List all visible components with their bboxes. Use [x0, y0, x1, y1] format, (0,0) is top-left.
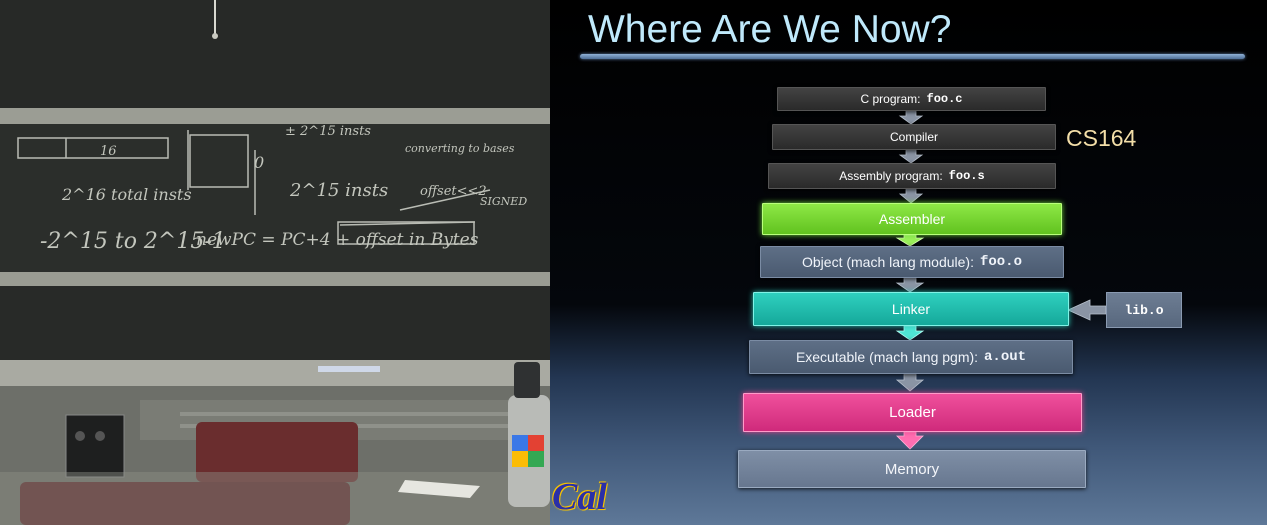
down-arrow-icon	[896, 431, 924, 450]
step-assembly-program: Assembly program: foo.s	[768, 163, 1056, 189]
step-label: Memory	[884, 460, 940, 478]
lower-board-panel	[0, 286, 550, 364]
step-code: foo.o	[979, 254, 1022, 270]
chalk-text: converting to bases	[405, 142, 515, 155]
step-code: a.out	[984, 349, 1027, 365]
down-arrow-icon	[895, 325, 925, 341]
cal-logo: Cal	[552, 476, 607, 518]
step-compiler: Compiler	[772, 124, 1056, 150]
chalk-text: SIGNED	[480, 195, 527, 208]
board-divider	[0, 108, 550, 124]
down-arrow-icon	[895, 277, 925, 293]
step-memory: Memory	[738, 450, 1086, 488]
cs164-label: CS164	[1066, 125, 1137, 151]
step-label: C program:	[860, 92, 921, 106]
down-arrow-icon	[895, 234, 925, 247]
chalk-text: newPC = PC+4 + offset in Bytes	[196, 230, 479, 250]
down-arrow-icon	[898, 188, 924, 204]
chalk-text: ± 2^15 insts	[285, 124, 371, 139]
step-label: Compiler	[889, 130, 938, 144]
step-assembler: Assembler	[762, 203, 1062, 235]
chalk-text: 2^16 total insts	[61, 185, 192, 204]
knob	[75, 431, 85, 441]
down-arrow-icon	[898, 110, 924, 125]
chalk-text: offset<<2	[420, 184, 487, 199]
step-label: Assembly program:	[839, 169, 943, 183]
step-label: Object (mach lang module):	[802, 254, 974, 270]
chalk-tray	[0, 360, 550, 388]
down-arrow-icon	[898, 149, 924, 164]
wall-outlet-panel	[65, 414, 125, 478]
step-object: Object (mach lang module): foo.o	[760, 246, 1064, 278]
step-label: Linker	[891, 301, 931, 317]
classroom-photo: 16 2^16 total insts ± 2^15 insts 2^15 in…	[0, 0, 550, 525]
step-linker: Linker	[753, 292, 1069, 326]
step-code: foo.s	[948, 169, 985, 183]
step-executable: Executable (mach lang pgm): a.out	[749, 340, 1073, 374]
board-divider	[0, 272, 550, 286]
left-arrow-icon	[1067, 299, 1107, 321]
chalk-text: 2^15 insts	[289, 180, 388, 201]
slide: Where Are We Now? C program: foo.c Compil…	[550, 0, 1267, 525]
step-code: foo.c	[926, 92, 963, 106]
cord-handle	[212, 33, 218, 39]
step-label: Assembler	[878, 211, 946, 227]
bottle-sticker	[528, 451, 544, 467]
bottle-cap	[514, 362, 540, 398]
step-label: Loader	[889, 404, 936, 421]
bottle-sticker	[512, 435, 528, 451]
desk-surface	[0, 472, 550, 525]
step-c-program: C program: foo.c	[777, 87, 1046, 111]
chalk-text: 0	[254, 153, 264, 172]
classroom-illustration: 16 2^16 total insts ± 2^15 insts 2^15 in…	[0, 0, 550, 525]
knob	[95, 431, 105, 441]
down-arrow-icon	[895, 373, 925, 392]
bottle-sticker	[512, 451, 528, 467]
step-loader: Loader	[743, 393, 1082, 432]
lib-o-box: lib.o	[1106, 292, 1182, 328]
pipe	[180, 412, 550, 416]
bottle-sticker	[528, 435, 544, 451]
upper-board-panel	[0, 0, 550, 110]
eraser	[318, 366, 380, 372]
step-label: Executable (mach lang pgm):	[795, 349, 979, 365]
chalk-text: 16	[100, 144, 117, 159]
